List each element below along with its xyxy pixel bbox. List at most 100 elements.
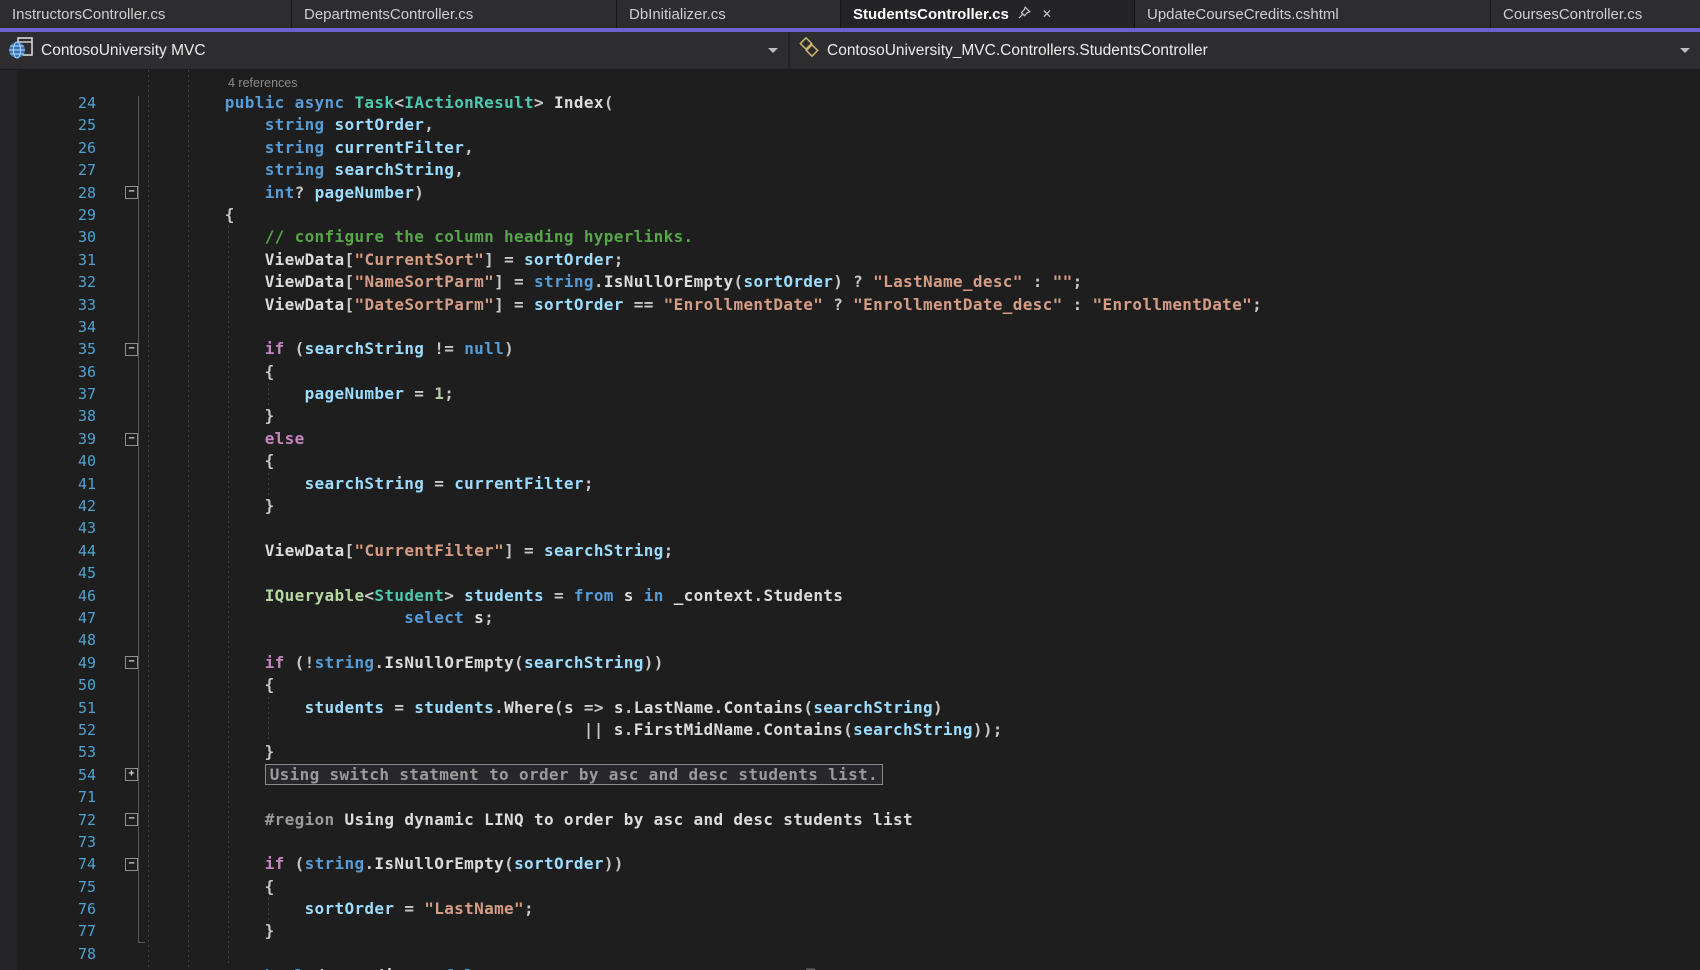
code-editor[interactable]: 4 references 24 public async Task<IActio… xyxy=(0,70,1700,970)
line-number: 35 xyxy=(77,340,96,359)
fold-slot: + xyxy=(96,768,145,782)
code-line-38[interactable]: 38 } xyxy=(0,405,1700,427)
line-number: 72 xyxy=(77,810,96,829)
code-line-33[interactable]: 33 ViewData["DateSortParm"] = sortOrder … xyxy=(0,294,1700,316)
chevron-down-icon xyxy=(1680,48,1690,53)
codelens-references[interactable]: 4 references xyxy=(0,70,1700,92)
line-number: 76 xyxy=(77,900,96,919)
tab-bar: InstructorsController.cs DepartmentsContr… xyxy=(0,0,1700,28)
fold-slot: − xyxy=(96,342,145,356)
code-line-26[interactable]: 26 string currentFilter, xyxy=(0,137,1700,159)
code-line-31[interactable]: 31 ViewData["CurrentSort"] = sortOrder; xyxy=(0,249,1700,271)
vs-editor-window: InstructorsController.cs DepartmentsContr… xyxy=(0,0,1700,970)
line-number: 30 xyxy=(77,228,96,247)
code-line-54[interactable]: 54 + Using switch statment to order by as… xyxy=(0,763,1700,786)
line-number: 74 xyxy=(77,855,96,874)
code-line-39[interactable]: 39 − else xyxy=(0,428,1700,450)
tab-coursescontroller-cs[interactable]: CoursesController.cs xyxy=(1491,0,1700,28)
code-line-41[interactable]: 41 searchString = currentFilter; xyxy=(0,473,1700,495)
type-dropdown[interactable]: ContosoUniversity_MVC.Controllers.Studen… xyxy=(790,32,1700,69)
code-text: string sortOrder, xyxy=(264,115,435,135)
line-number: 25 xyxy=(77,116,96,135)
project-dropdown[interactable]: ContosoUniversity MVC xyxy=(0,32,790,69)
type-dropdown-label: ContosoUniversity_MVC.Controllers.Studen… xyxy=(827,41,1208,59)
code-line-32[interactable]: 32 ViewData["NameSortParm"] = string.IsN… xyxy=(0,271,1700,293)
tab-label: DbInitializer.cs xyxy=(629,5,726,23)
code-text: bool descending = false; xyxy=(145,965,504,970)
close-icon[interactable]: ✕ xyxy=(1042,7,1052,21)
code-line-27[interactable]: 27 string searchString, xyxy=(0,159,1700,181)
tab-label: InstructorsController.cs xyxy=(12,5,166,23)
tab-label: StudentsController.cs xyxy=(853,5,1009,23)
tab-dbinitializer-cs[interactable]: DbInitializer.cs xyxy=(617,0,841,28)
code-line-52[interactable]: 52 || s.FirstMidName.Contains(searchStri… xyxy=(0,719,1700,741)
collapse-region-icon[interactable]: − xyxy=(125,813,138,827)
code-line-48[interactable]: 48 xyxy=(0,629,1700,651)
code-line-47[interactable]: 47 select s; xyxy=(0,607,1700,629)
code-line-73[interactable]: 73 xyxy=(0,831,1700,853)
code-line-75[interactable]: 75 { xyxy=(0,876,1700,898)
code-line-30[interactable]: 30 // configure the column heading hyper… xyxy=(0,226,1700,248)
code-line-49[interactable]: 49 − if (!string.IsNullOrEmpty(searchStri… xyxy=(0,652,1700,674)
line-number: 38 xyxy=(77,407,96,426)
code-line-53[interactable]: 53 } xyxy=(0,741,1700,763)
collapse-region-icon[interactable]: − xyxy=(125,342,138,356)
code-line-34[interactable]: 34 xyxy=(0,316,1700,338)
code-line-29[interactable]: 29 { xyxy=(0,204,1700,226)
fold-slot: − xyxy=(96,813,145,827)
line-number: 75 xyxy=(77,877,96,896)
code-text: searchString = currentFilter; xyxy=(304,473,594,493)
code-line-25[interactable]: 25 string sortOrder, xyxy=(0,114,1700,136)
tab-instructorscontroller-cs[interactable]: InstructorsController.cs xyxy=(0,0,292,28)
code-line-44[interactable]: 44 ViewData["CurrentFilter"] = searchStr… xyxy=(0,540,1700,562)
navigation-bar: ContosoUniversity MVC ContosoUniversity_… xyxy=(0,32,1700,70)
code-line-43[interactable]: 43 xyxy=(0,517,1700,539)
collapse-region-icon[interactable]: − xyxy=(125,432,138,446)
code-text: // configure the column heading hyperlin… xyxy=(264,227,694,247)
tab-label: DepartmentsController.cs xyxy=(304,5,474,23)
code-text: IQueryable<Student> students = from s in… xyxy=(264,585,844,605)
code-line-72[interactable]: 72 − #region Using dynamic LINQ to order … xyxy=(0,809,1700,831)
tab-updatecoursecredits-cshtml[interactable]: UpdateCourseCredits.cshtml xyxy=(1135,0,1491,28)
line-number: 40 xyxy=(77,452,96,471)
code-line-36[interactable]: 36 { xyxy=(0,361,1700,383)
code-text: sortOrder = "LastName"; xyxy=(304,899,534,919)
line-number: 29 xyxy=(77,205,96,224)
code-text: { xyxy=(145,675,275,695)
code-line-28[interactable]: 28 − int? pageNumber) xyxy=(0,182,1700,204)
web-project-icon xyxy=(8,37,34,64)
line-number: 51 xyxy=(77,698,96,717)
code-line-46[interactable]: 46 IQueryable<Student> students = from s… xyxy=(0,585,1700,607)
code-line-35[interactable]: 35 − if (searchString != null) xyxy=(0,338,1700,360)
code-line-74[interactable]: 74 − if (string.IsNullOrEmpty(sortOrder)) xyxy=(0,853,1700,875)
fold-slot: − xyxy=(96,432,145,446)
line-number: 37 xyxy=(77,385,96,404)
code-line-24[interactable]: 24 public async Task<IActionResult> Inde… xyxy=(0,92,1700,114)
line-number: 44 xyxy=(77,541,96,560)
collapse-region-icon[interactable]: − xyxy=(125,857,138,871)
code-text: public async Task<IActionResult> Index( xyxy=(224,93,614,112)
line-number: 79 xyxy=(0,965,96,970)
code-line-51[interactable]: 51 students = students.Where(s => s.Last… xyxy=(0,697,1700,719)
code-text: string searchString, xyxy=(264,160,465,180)
collapse-region-icon[interactable]: − xyxy=(125,186,138,200)
code-text: students = students.Where(s => s.LastNam… xyxy=(304,697,944,717)
collapsed-region-text[interactable]: Using switch statment to order by asc an… xyxy=(264,763,884,785)
code-line-77[interactable]: 77 } xyxy=(0,920,1700,942)
pin-icon[interactable] xyxy=(1018,5,1031,23)
tab-studentscontroller-cs[interactable]: StudentsController.cs ✕ xyxy=(841,0,1135,28)
code-line-45[interactable]: 45 xyxy=(0,562,1700,584)
line-number: 24 xyxy=(77,94,96,112)
collapse-region-icon[interactable]: − xyxy=(125,656,138,670)
code-text: #region Using dynamic LINQ to order by a… xyxy=(264,809,913,829)
expand-region-icon[interactable]: + xyxy=(125,768,138,782)
line-number: 43 xyxy=(77,519,96,538)
code-line-37[interactable]: 37 pageNumber = 1; xyxy=(0,383,1700,405)
code-line-71[interactable]: 71 xyxy=(0,786,1700,808)
code-line-76[interactable]: 76 sortOrder = "LastName"; xyxy=(0,898,1700,920)
code-line-40[interactable]: 40 { xyxy=(0,450,1700,472)
code-line-50[interactable]: 50 { xyxy=(0,674,1700,696)
code-line-42[interactable]: 42 } xyxy=(0,495,1700,517)
tab-departmentscontroller-cs[interactable]: DepartmentsController.cs xyxy=(292,0,617,28)
tab-label: UpdateCourseCredits.cshtml xyxy=(1147,5,1339,23)
